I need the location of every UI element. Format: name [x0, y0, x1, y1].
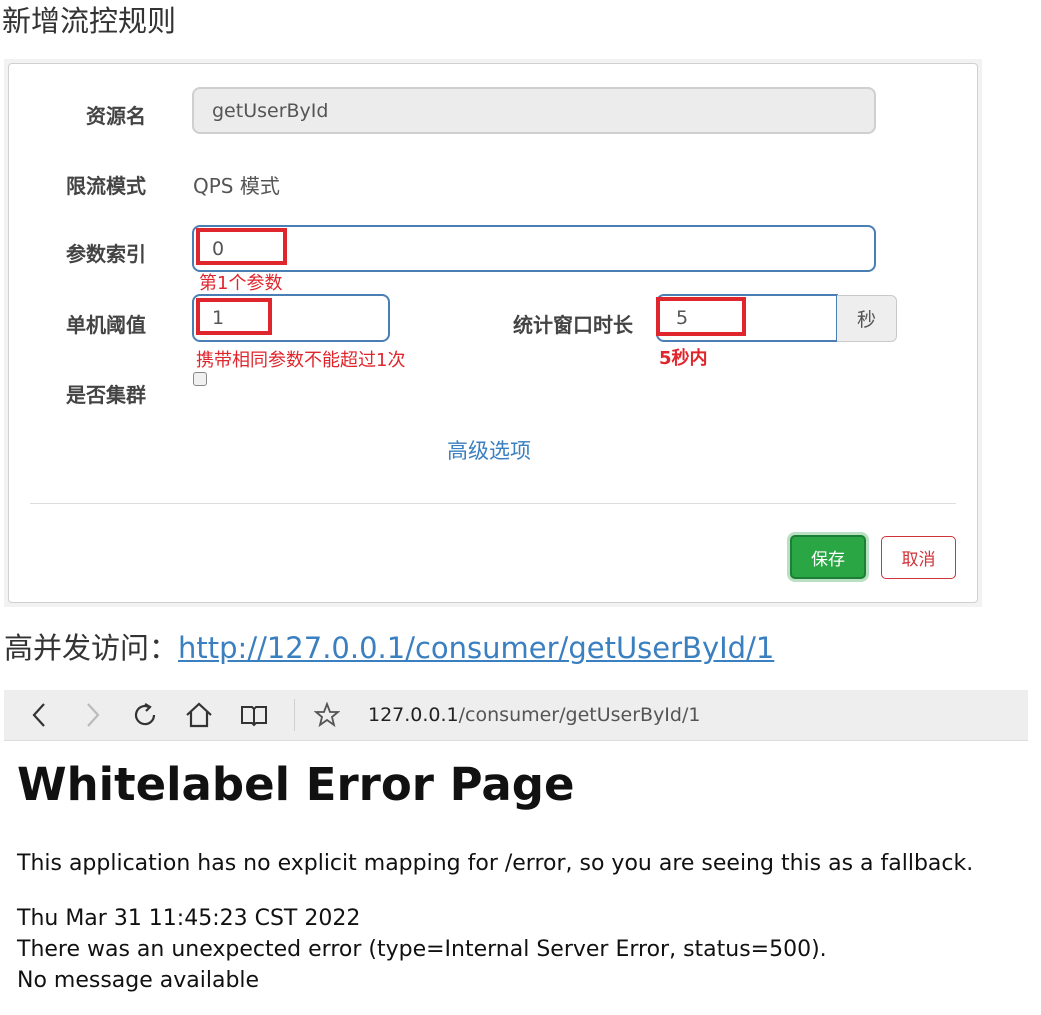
favorite-star-icon[interactable] [311, 690, 343, 740]
url-line: 高并发访问：http://127.0.0.1/consumer/getUserB… [4, 626, 774, 670]
page-heading: 新增流控规则 [2, 4, 177, 38]
url-prefix: 高并发访问： [4, 631, 179, 665]
threshold-label: 单机阈值 [66, 313, 146, 337]
window-duration-highlight [656, 297, 746, 336]
error-timestamp: Thu Mar 31 11:45:23 CST 2022 [17, 906, 361, 931]
save-button[interactable]: 保存 [790, 535, 866, 579]
cancel-button[interactable]: 取消 [881, 536, 956, 579]
param-index-label: 参数索引 [66, 242, 146, 266]
toolbar-separator [294, 699, 295, 731]
window-duration-label: 统计窗口时长 [513, 313, 633, 337]
error-note: No message available [17, 968, 260, 993]
threshold-annotation: 携带相同参数不能超过1次 [196, 350, 406, 371]
param-index-highlight [196, 228, 287, 265]
reload-icon[interactable] [129, 690, 163, 740]
error-page-title: Whitelabel Error Page [17, 758, 575, 811]
error-message: This application has no explicit mapping… [17, 851, 974, 876]
cluster-checkbox[interactable] [193, 372, 207, 386]
address-bar[interactable]: 127.0.0.1/consumer/getUserById/1 [368, 690, 700, 740]
back-icon[interactable] [24, 690, 54, 740]
address-host: 127.0.0.1 [368, 704, 459, 726]
threshold-highlight [196, 298, 272, 335]
advanced-options-link[interactable]: 高级选项 [447, 435, 531, 465]
browser-toolbar: 127.0.0.1/consumer/getUserById/1 [4, 690, 1028, 741]
limit-mode-value: QPS 模式 [193, 174, 280, 198]
error-detail: There was an unexpected error (type=Inte… [17, 937, 827, 962]
forward-icon[interactable] [78, 690, 108, 740]
home-icon[interactable] [182, 690, 216, 740]
window-duration-annotation: 5秒内 [659, 348, 708, 369]
reading-view-icon[interactable] [237, 690, 271, 740]
dialog-divider [30, 503, 956, 504]
param-index-annotation: 第1个参数 [199, 273, 283, 294]
cluster-label: 是否集群 [66, 383, 146, 407]
address-path: /consumer/getUserById/1 [458, 704, 701, 726]
window-unit-addon: 秒 [837, 295, 897, 342]
url-link[interactable]: http://127.0.0.1/consumer/getUserById/1 [178, 631, 774, 665]
resource-name-label: 资源名 [86, 104, 146, 128]
param-index-input[interactable]: 0 [192, 225, 876, 272]
resource-name-input: getUserById [192, 87, 876, 134]
limit-mode-label: 限流模式 [66, 174, 146, 198]
